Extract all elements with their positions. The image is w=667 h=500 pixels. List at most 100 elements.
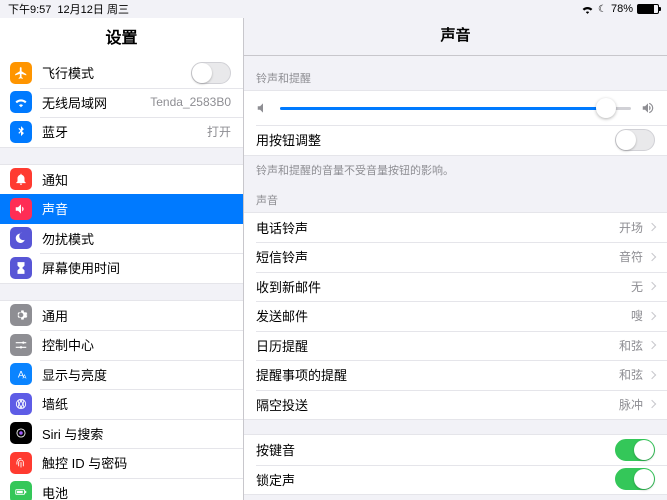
ringer-section-label: 铃声和提醒 (244, 56, 667, 90)
sidebar-item-bluetooth[interactable]: 蓝牙打开 (0, 117, 243, 147)
sound-value: 和弦 (619, 366, 643, 383)
sidebar-item-sound[interactable]: 声音 (0, 194, 243, 224)
sound-value: 和弦 (619, 337, 643, 354)
change-with-buttons-label: 用按钮调整 (256, 130, 615, 149)
sidebar-item-label: 显示与亮度 (42, 365, 231, 384)
battery-icon (10, 481, 32, 500)
sidebar-item-battery[interactable]: 电池 (0, 478, 243, 500)
sound-label: 短信铃声 (256, 247, 619, 266)
touchid-icon (10, 452, 32, 474)
sound-row[interactable]: 提醒事项的提醒和弦 (244, 360, 667, 390)
chevron-icon (648, 282, 656, 290)
sound-icon (10, 198, 32, 220)
sidebar-item-moon[interactable]: 勿扰模式 (0, 224, 243, 254)
sound-value: 音符 (619, 248, 643, 265)
chevron-icon (648, 341, 656, 349)
sound-label: 电话铃声 (256, 218, 619, 237)
wifi-icon (10, 91, 32, 113)
sidebar-item-wifi[interactable]: 无线局域网Tenda_2583B0 (0, 88, 243, 118)
bell-icon (10, 168, 32, 190)
sidebar-item-label: 无线局域网 (42, 93, 150, 112)
settings-sidebar: 设置 飞行模式无线局域网Tenda_2583B0蓝牙打开通知声音勿扰模式屏幕使用… (0, 18, 244, 500)
airplane-toggle[interactable] (191, 62, 231, 84)
sidebar-item-airplane[interactable]: 飞行模式 (0, 58, 243, 88)
battery-pct: 78% (611, 3, 633, 15)
status-bar: 下午9:57 12月12日 周三 ☾ 78% (0, 0, 667, 18)
sidebar-item-label: 通用 (42, 306, 231, 325)
airplane-icon (10, 62, 32, 84)
chevron-icon (648, 312, 656, 320)
toggle-label: 锁定声 (256, 470, 615, 489)
detail-title: 声音 (244, 18, 667, 56)
sound-value: 开场 (619, 219, 643, 236)
sidebar-item-label: 触控 ID 与密码 (42, 453, 231, 472)
sidebar-item-label: Siri 与搜索 (42, 424, 231, 443)
volume-low-icon (256, 101, 270, 115)
change-with-buttons-row[interactable]: 用按钮调整 (244, 125, 667, 155)
sidebar-item-label: 蓝牙 (42, 122, 207, 141)
sound-row[interactable]: 隔空投送脉冲 (244, 390, 667, 420)
sound-value: 脉冲 (619, 396, 643, 413)
sounds-section-label: 声音 (244, 178, 667, 212)
toggle-label: 按键音 (256, 440, 615, 459)
sidebar-item-value: 打开 (207, 123, 231, 140)
sidebar-item-hourglass[interactable]: 屏幕使用时间 (0, 253, 243, 283)
sound-row[interactable]: 电话铃声开场 (244, 213, 667, 243)
toggles-card: 按键音锁定声 (244, 434, 667, 495)
chevron-icon (648, 371, 656, 379)
sound-row[interactable]: 收到新邮件无 (244, 272, 667, 302)
sound-row[interactable]: 短信铃声音符 (244, 242, 667, 272)
status-date: 12月12日 周三 (57, 1, 129, 17)
sliders-icon (10, 334, 32, 356)
sounds-card: 电话铃声开场短信铃声音符收到新邮件无发送邮件嗖日历提醒和弦提醒事项的提醒和弦隔空… (244, 212, 667, 421)
battery-icon (637, 4, 659, 14)
sidebar-item-label: 墙纸 (42, 394, 231, 413)
volume-slider-row[interactable] (244, 91, 667, 125)
sidebar-item-label: 飞行模式 (42, 63, 191, 82)
sidebar-item-gear[interactable]: 通用 (0, 301, 243, 331)
sidebar-item-touchid[interactable]: 触控 ID 与密码 (0, 448, 243, 478)
sidebar-item-siri[interactable]: Siri 与搜索 (0, 419, 243, 449)
sound-label: 隔空投送 (256, 395, 619, 414)
hourglass-icon (10, 257, 32, 279)
sidebar-item-brightness[interactable]: AA 显示与亮度 (0, 360, 243, 390)
sound-value: 嗖 (631, 307, 643, 324)
sound-label: 发送邮件 (256, 306, 631, 325)
sidebar-item-label: 勿扰模式 (42, 229, 231, 248)
sidebar-item-label: 声音 (42, 199, 231, 218)
status-time: 下午9:57 (8, 1, 51, 17)
svg-text:A: A (23, 375, 27, 381)
switch-toggle[interactable] (615, 439, 655, 461)
sidebar-item-label: 通知 (42, 170, 231, 189)
ringer-footnote: 铃声和提醒的音量不受音量按钮的影响。 (244, 156, 667, 178)
sidebar-item-label: 电池 (42, 483, 231, 500)
wallpaper-icon (10, 393, 32, 415)
sidebar-item-label: 屏幕使用时间 (42, 258, 231, 277)
bluetooth-icon (10, 121, 32, 143)
volume-high-icon (641, 101, 655, 115)
sidebar-item-sliders[interactable]: 控制中心 (0, 330, 243, 360)
sidebar-title: 设置 (0, 18, 243, 58)
volume-slider[interactable] (280, 107, 631, 110)
sound-row[interactable]: 发送邮件嗖 (244, 301, 667, 331)
siri-icon (10, 422, 32, 444)
toggle-row[interactable]: 锁定声 (244, 465, 667, 495)
chevron-icon (648, 253, 656, 261)
wifi-icon (581, 4, 594, 14)
gear-icon (10, 304, 32, 326)
brightness-icon: AA (10, 363, 32, 385)
switch-toggle[interactable] (615, 468, 655, 490)
sidebar-item-wallpaper[interactable]: 墙纸 (0, 389, 243, 419)
detail-pane: 声音 铃声和提醒 用按钮调整 铃声和提醒的音量不受音量按钮的影响。 声音 电话铃… (244, 18, 667, 500)
sidebar-item-label: 控制中心 (42, 335, 231, 354)
chevron-icon (648, 400, 656, 408)
change-with-buttons-toggle[interactable] (615, 129, 655, 151)
sound-row[interactable]: 日历提醒和弦 (244, 331, 667, 361)
toggle-row[interactable]: 按键音 (244, 435, 667, 465)
sound-value: 无 (631, 278, 643, 295)
sidebar-item-value: Tenda_2583B0 (150, 95, 231, 109)
sound-label: 日历提醒 (256, 336, 619, 355)
sound-label: 提醒事项的提醒 (256, 365, 619, 384)
ringer-card: 用按钮调整 (244, 90, 667, 156)
sidebar-item-bell[interactable]: 通知 (0, 165, 243, 195)
